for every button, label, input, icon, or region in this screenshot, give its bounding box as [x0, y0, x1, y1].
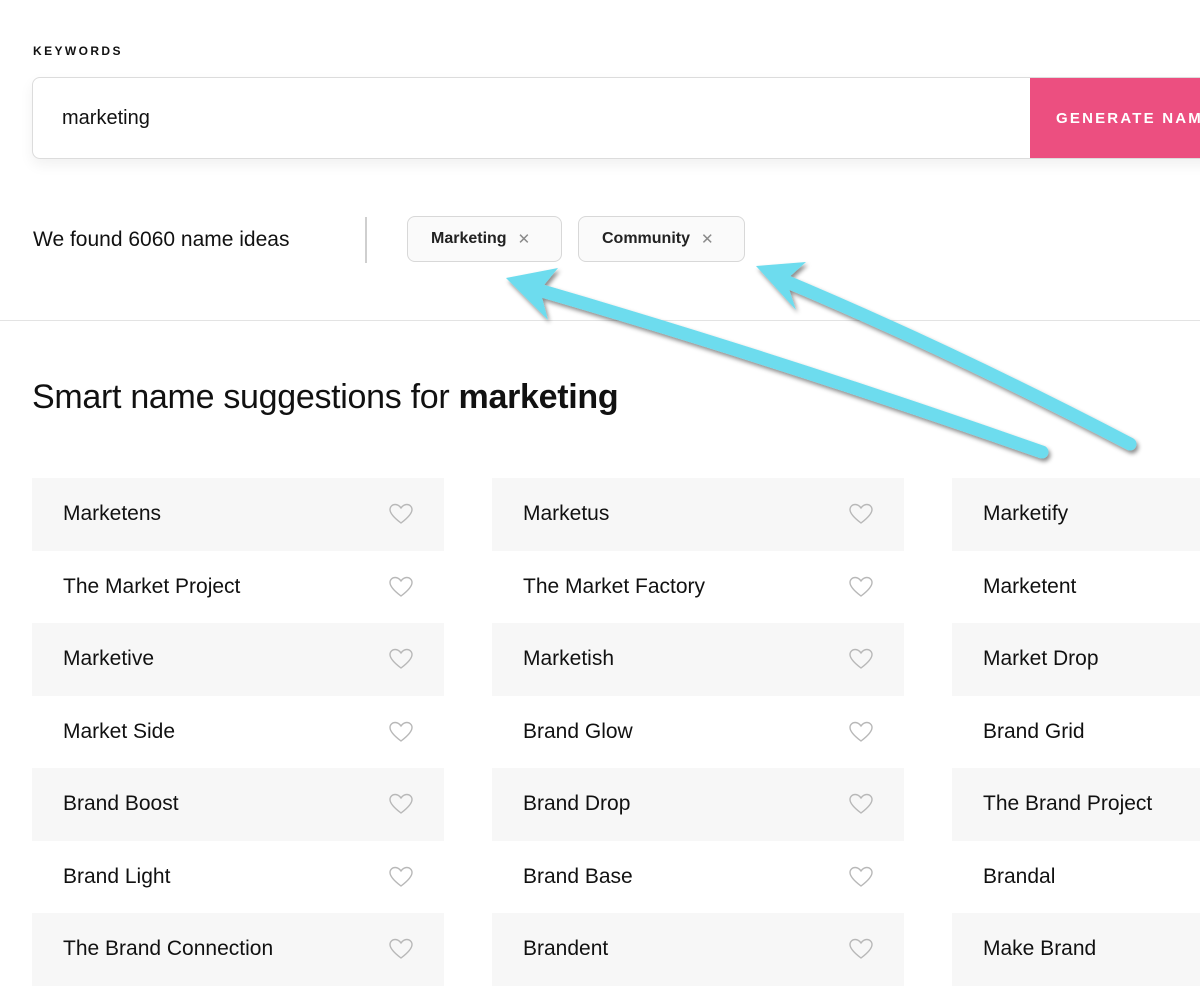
close-icon[interactable]: ✕: [701, 230, 714, 248]
heart-outline-icon[interactable]: [848, 937, 874, 961]
suggestion-item[interactable]: Make Brand: [952, 913, 1200, 986]
suggestion-item[interactable]: Marketify: [952, 478, 1200, 551]
suggestion-item[interactable]: The Market Factory: [492, 551, 904, 624]
suggestion-name: Marketify: [983, 502, 1069, 526]
heart-outline-icon[interactable]: [388, 865, 414, 889]
suggestions-heading: Smart name suggestions for marketing: [32, 378, 619, 417]
search-bar: GENERATE NAMES: [32, 77, 1200, 159]
heart-outline-icon[interactable]: [848, 792, 874, 816]
filter-chip-label: Community: [602, 230, 690, 247]
suggestion-item[interactable]: Brand Base: [492, 841, 904, 914]
suggestion-name: Brand Boost: [63, 792, 179, 816]
heart-outline-icon[interactable]: [848, 720, 874, 744]
close-icon[interactable]: ✕: [518, 230, 531, 248]
keywords-label: KEYWORDS: [33, 44, 123, 58]
heart-outline-icon[interactable]: [848, 647, 874, 671]
heart-outline-icon[interactable]: [388, 647, 414, 671]
suggestion-item[interactable]: Brand Boost: [32, 768, 444, 841]
suggestion-name: Make Brand: [983, 937, 1097, 961]
suggestion-name: Brand Base: [523, 864, 633, 888]
suggestion-column: Marketus The Market Factory Marketish Brand…: [492, 478, 904, 986]
suggestion-name: Market Side: [63, 719, 176, 743]
suggestion-name: Brandal: [983, 864, 1056, 888]
suggestion-item[interactable]: Marketish: [492, 623, 904, 696]
suggestion-column: Marketify Marketent Market Drop Brand Grid T…: [952, 478, 1200, 986]
suggestion-item[interactable]: The Brand Project: [952, 768, 1200, 841]
heart-outline-icon[interactable]: [388, 792, 414, 816]
section-divider: [0, 320, 1200, 321]
heart-outline-icon[interactable]: [388, 502, 414, 526]
suggestion-item[interactable]: Market Drop: [952, 623, 1200, 696]
suggestion-name: The Market Project: [63, 574, 241, 598]
divider: [365, 217, 367, 263]
filter-chip-community[interactable]: Community ✕: [578, 216, 745, 262]
heading-keyword: marketing: [458, 378, 619, 416]
results-count: We found 6060 name ideas: [33, 228, 290, 251]
arrow-to-community-filter: [756, 262, 1137, 451]
suggestion-name: The Brand Project: [983, 792, 1153, 816]
heart-outline-icon[interactable]: [388, 937, 414, 961]
suggestion-item[interactable]: The Brand Connection: [32, 913, 444, 986]
suggestion-item[interactable]: Marketive: [32, 623, 444, 696]
heart-outline-icon[interactable]: [848, 865, 874, 889]
suggestion-item[interactable]: Brand Grid: [952, 696, 1200, 769]
arrow-to-marketing-filter: [506, 268, 1049, 459]
filter-chip-marketing[interactable]: Marketing ✕: [407, 216, 562, 262]
suggestion-name: Marketent: [983, 574, 1077, 598]
suggestion-item[interactable]: The Market Project: [32, 551, 444, 624]
suggestion-name: Marketish: [523, 647, 615, 671]
suggestion-name: Brandent: [523, 937, 609, 961]
keywords-input[interactable]: [33, 78, 1029, 158]
suggestion-name: The Market Factory: [523, 574, 706, 598]
suggestion-name: Brand Grid: [983, 719, 1085, 743]
suggestion-item[interactable]: Marketent: [952, 551, 1200, 624]
suggestion-item[interactable]: Brand Glow: [492, 696, 904, 769]
suggestion-item[interactable]: Marketens: [32, 478, 444, 551]
suggestion-item[interactable]: Brand Drop: [492, 768, 904, 841]
suggestion-item[interactable]: Market Side: [32, 696, 444, 769]
suggestion-column: Marketens The Market Project Marketive Mark…: [32, 478, 444, 986]
suggestion-name: The Brand Connection: [63, 937, 274, 961]
heart-outline-icon[interactable]: [388, 575, 414, 599]
suggestion-name: Marketus: [523, 502, 610, 526]
suggestion-name: Marketive: [63, 647, 155, 671]
suggestion-item[interactable]: Brandal: [952, 841, 1200, 914]
suggestion-name: Brand Glow: [523, 719, 633, 743]
suggestion-item[interactable]: Marketus: [492, 478, 904, 551]
suggestion-item[interactable]: Brandent: [492, 913, 904, 986]
suggestion-item[interactable]: Brand Light: [32, 841, 444, 914]
suggestion-name: Market Drop: [983, 647, 1099, 671]
heart-outline-icon[interactable]: [388, 720, 414, 744]
suggestion-name: Brand Drop: [523, 792, 631, 816]
generate-names-button[interactable]: GENERATE NAMES: [1030, 78, 1200, 158]
suggestion-name: Marketens: [63, 502, 162, 526]
heading-prefix: Smart name suggestions for: [32, 378, 459, 416]
suggestion-name: Brand Light: [63, 864, 171, 888]
filter-chip-label: Marketing: [431, 230, 507, 247]
heart-outline-icon[interactable]: [848, 575, 874, 599]
heart-outline-icon[interactable]: [848, 502, 874, 526]
